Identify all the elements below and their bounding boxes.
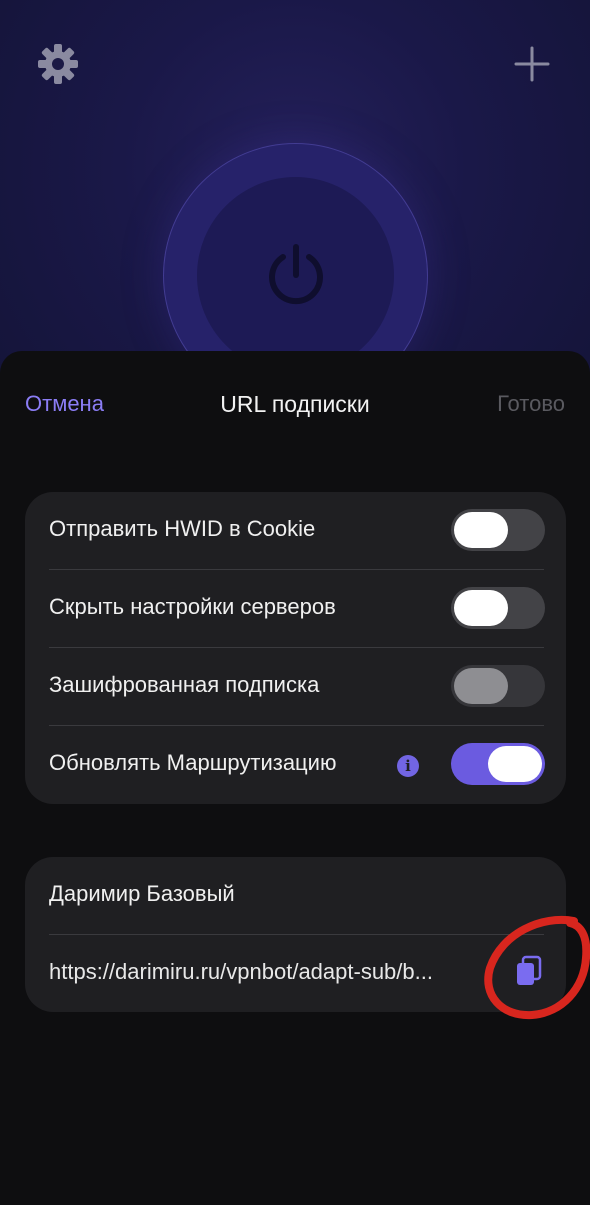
setting-label: Отправить HWID в Cookie — [49, 516, 316, 541]
subscription-name[interactable]: Даримир Базовый — [49, 881, 235, 907]
setting-label: Скрыть настройки серверов — [49, 594, 336, 619]
setting-row-encrypted-sub: Зашифрованная подписка — [25, 648, 566, 726]
subscription-url-sheet: Отмена URL подписки Готово Отправить HWI… — [0, 351, 590, 1205]
plus-icon — [514, 46, 550, 82]
update-routing-toggle[interactable] — [451, 743, 545, 785]
setting-label: Обновлять Маршрутизацию — [49, 750, 337, 775]
divider — [49, 934, 544, 935]
info-icon[interactable]: i — [397, 755, 419, 777]
add-button[interactable] — [510, 42, 554, 86]
settings-button[interactable] — [36, 42, 80, 86]
hide-servers-toggle[interactable] — [451, 587, 545, 629]
toggle-knob — [454, 512, 508, 548]
toggle-knob — [454, 668, 508, 704]
done-button[interactable]: Готово — [497, 391, 565, 417]
setting-label: Зашифрованная подписка — [49, 672, 320, 697]
subscription-url[interactable]: https://darimiru.ru/vpnbot/adapt-sub/b..… — [49, 959, 494, 985]
setting-row-hide-servers: Скрыть настройки серверов — [25, 570, 566, 648]
gear-icon — [38, 44, 78, 84]
power-button-inner — [197, 177, 394, 374]
encrypted-sub-toggle[interactable] — [451, 665, 545, 707]
toggle-knob — [454, 590, 508, 626]
send-hwid-toggle[interactable] — [451, 509, 545, 551]
annotation-circle — [484, 915, 590, 1020]
toggle-knob — [488, 746, 542, 782]
sheet-header: Отмена URL подписки Готово — [0, 351, 590, 461]
settings-group: Отправить HWID в Cookie Скрыть настройки… — [25, 492, 566, 804]
setting-row-update-routing: Обновлять Маршрутизацию i — [25, 726, 566, 804]
power-icon — [269, 244, 323, 305]
setting-row-send-hwid: Отправить HWID в Cookie — [25, 492, 566, 570]
